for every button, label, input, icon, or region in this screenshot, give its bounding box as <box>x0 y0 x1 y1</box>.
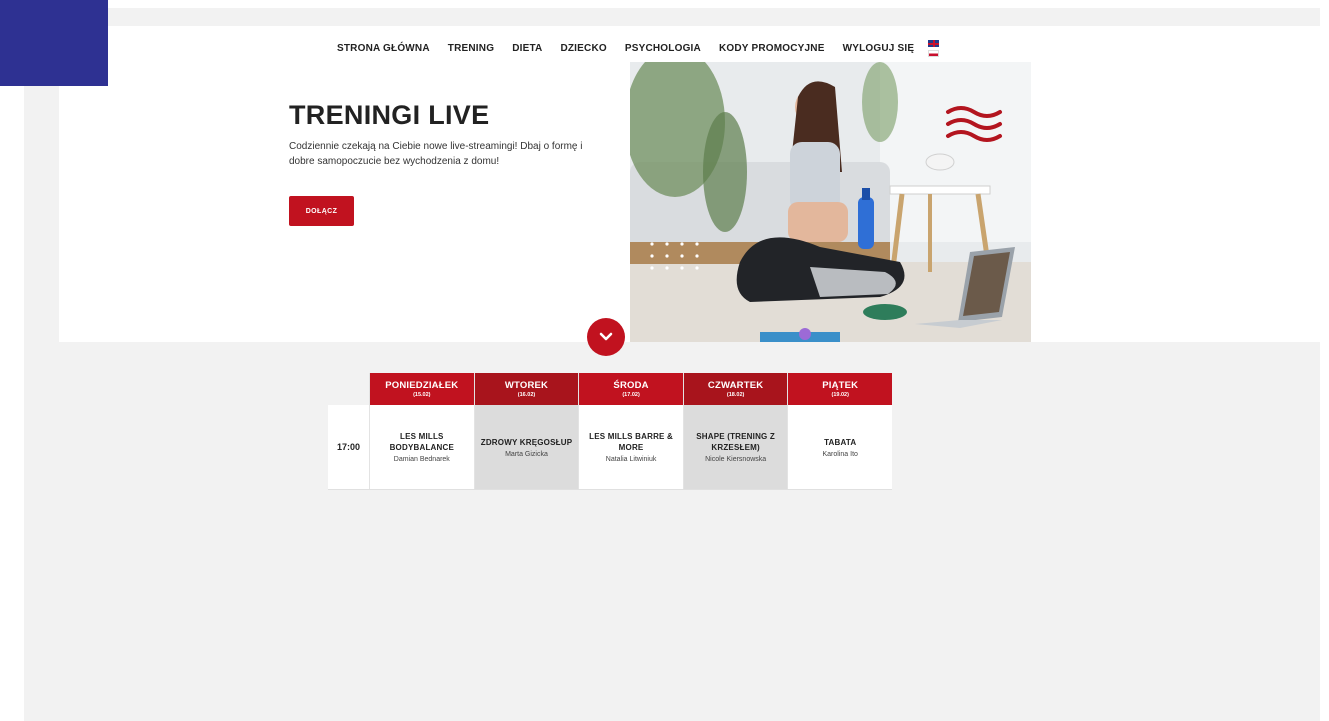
day-header-monday: PONIEDZIAŁEK (15.02) <box>368 373 475 405</box>
class-name: ZDROWY KRĘGOSŁUP <box>480 437 573 447</box>
nav-item-training[interactable]: TRENING <box>448 43 494 54</box>
class-coach: Marta Gizicka <box>505 450 548 458</box>
scroll-down-button[interactable] <box>587 318 625 356</box>
class-name: LES MILLS BARRE & MORE <box>589 432 673 452</box>
table-row: 17:00 LES MILLS BODYBALANCE Damian Bedna… <box>328 405 892 490</box>
join-button[interactable]: DOŁĄCZ <box>289 196 354 226</box>
class-cell-wednesday[interactable]: LES MILLS BARRE & MORE Natalia Litwiniuk <box>578 405 684 490</box>
nav-item-promo-codes[interactable]: KODY PROMOCYJNE <box>719 43 825 54</box>
language-switcher <box>928 40 940 57</box>
hero-subtitle: Codziennie czekają na Ciebie nowe live-s… <box>289 141 583 167</box>
class-cell-tuesday[interactable]: ZDROWY KRĘGOSŁUP Marta Gizicka <box>473 405 579 490</box>
main-nav: STRONA GŁÓWNA TRENING DIETA DZIECKO PSYC… <box>337 40 940 57</box>
nav-item-logout[interactable]: WYLOGUJ SIĘ <box>843 43 915 54</box>
class-cell-monday[interactable]: LES MILLS BODYBALANCE Damian Bednarek <box>368 405 475 490</box>
pl-flag-icon[interactable] <box>928 50 940 57</box>
page-background: STRONA GŁÓWNA TRENING DIETA DZIECKO PSYC… <box>24 8 1329 721</box>
class-name: TABATA <box>824 437 857 447</box>
uk-flag-icon[interactable] <box>928 40 940 47</box>
class-coach: Natalia Litwiniuk <box>605 456 657 463</box>
nav-item-diet[interactable]: DIETA <box>512 43 542 54</box>
hero-illustration <box>630 62 1031 342</box>
class-cell-friday[interactable]: TABATA Karolina Ito <box>787 405 892 490</box>
hero-section: STRONA GŁÓWNA TRENING DIETA DZIECKO PSYC… <box>59 26 1329 342</box>
day-header-friday: PIĄTEK (19.02) <box>787 373 892 405</box>
hero-image <box>630 62 1031 342</box>
class-coach: Karolina Ito <box>822 450 858 458</box>
nav-item-psychology[interactable]: PSYCHOLOGIA <box>625 43 701 54</box>
day-header-wednesday: ŚRODA (17.02) <box>578 373 684 405</box>
class-name: LES MILLS BODYBALANCE <box>389 432 455 452</box>
class-coach: Damian Bednarek <box>393 456 450 463</box>
class-name: SHAPE (TRENING Z KRZESŁEM) <box>696 432 775 452</box>
chevron-down-icon <box>599 332 613 341</box>
page-title: TRENINGI LIVE <box>289 100 490 130</box>
class-cell-thursday[interactable]: SHAPE (TRENING Z KRZESŁEM) Nicole Kiersn… <box>682 405 788 490</box>
schedule-header-row: PONIEDZIAŁEK (15.02) WTOREK (16.02) ŚROD… <box>328 373 892 405</box>
time-slot: 17:00 <box>328 405 370 490</box>
class-coach: Nicole Kiersnowska <box>705 456 767 463</box>
schedule-corner <box>328 373 370 405</box>
nav-item-home[interactable]: STRONA GŁÓWNA <box>337 43 430 54</box>
nav-item-child[interactable]: DZIECKO <box>560 43 606 54</box>
schedule-table: PONIEDZIAŁEK (15.02) WTOREK (16.02) ŚROD… <box>328 373 892 490</box>
brand-block <box>0 0 108 86</box>
day-header-tuesday: WTOREK (16.02) <box>473 373 579 405</box>
day-header-thursday: CZWARTEK (18.02) <box>682 373 788 405</box>
